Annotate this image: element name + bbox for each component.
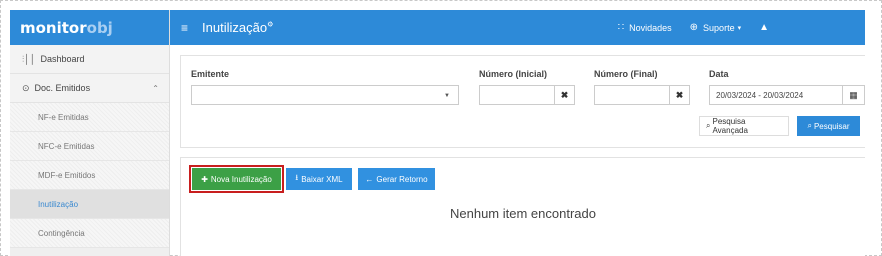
emitente-label: Emitente: [191, 69, 230, 79]
chevron-up-icon: ⌃: [152, 83, 159, 93]
settings-badge-icon: ⚙: [267, 21, 274, 29]
logo[interactable]: monitor obj: [10, 10, 169, 45]
page-title-text: Inutilização: [202, 20, 268, 35]
suporte-label: Suporte: [703, 22, 735, 33]
sidebar-subitem-nfe[interactable]: NF-e Emitidas: [10, 103, 169, 132]
emitente-select[interactable]: ▼: [191, 85, 459, 105]
sidebar-subitem-label: MDF-e Emitidos: [38, 170, 96, 180]
logo-text-secondary: obj: [86, 18, 113, 37]
date-range-input[interactable]: 20/03/2024 - 20/03/2024: [709, 85, 843, 105]
search-icon: ⌕: [706, 121, 711, 130]
hamburger-menu-icon[interactable]: ≡: [181, 21, 188, 35]
sidebar-subitem-nfce[interactable]: NFC-e Emitidas: [10, 132, 169, 161]
num-inicial-label: Número (Inicial): [479, 69, 548, 79]
num-final-label: Número (Final): [594, 69, 658, 79]
sidebar-item-dashboard[interactable]: ⫶││ Dashboard: [10, 45, 169, 74]
search-button[interactable]: ⌕ Pesquisar: [797, 116, 860, 136]
search-button-label: Pesquisar: [813, 121, 850, 131]
close-icon: ✖: [675, 89, 684, 100]
advanced-search-button[interactable]: ⌕ Pesquisa Avançada: [699, 116, 789, 136]
num-inicial-input[interactable]: [479, 85, 555, 105]
empty-state-message: Nenhum item encontrado: [450, 206, 596, 221]
generate-return-label: Gerar Retorno: [376, 174, 428, 184]
search-icon: ⌕: [807, 121, 812, 130]
new-inutilizacao-label: Nova Inutilização: [210, 174, 272, 184]
calendar-icon: ▦: [849, 89, 858, 100]
top-nav-right: ∷ Novidades ⊕ Suporte ▾ ▲: [618, 10, 865, 45]
data-label: Data: [709, 69, 729, 79]
clear-num-final-button[interactable]: ✖: [670, 85, 690, 105]
generate-return-button[interactable]: ← Gerar Retorno: [358, 168, 435, 190]
page-title: Inutilização⚙: [202, 20, 273, 35]
num-final-input[interactable]: [594, 85, 670, 105]
caret-down-icon: ▼: [444, 93, 450, 99]
suporte-dropdown[interactable]: ⊕ Suporte ▾: [690, 22, 741, 33]
arrow-left-icon: ←: [365, 174, 374, 184]
user-menu[interactable]: ▲: [759, 22, 769, 33]
download-xml-button[interactable]: ⭳ Baixar XML: [286, 168, 352, 190]
novidades-label: Novidades: [629, 22, 672, 33]
sidebar-subitem-contingencia[interactable]: Contingência: [10, 219, 169, 248]
advanced-search-label: Pesquisa Avançada: [712, 117, 748, 135]
sidebar-item-doc-emitidos[interactable]: ⊙ Doc. Emitidos ⌃: [10, 74, 169, 103]
circle-arrow-icon: ⊙: [22, 82, 30, 93]
sidebar-subitem-label: Contingência: [38, 228, 85, 238]
novidades-link[interactable]: ∷ Novidades: [618, 22, 672, 33]
download-xml-label: Baixar XML: [301, 174, 343, 184]
sidebar-item-label: Dashboard: [40, 54, 85, 64]
sidebar-subitem-label: Inutilização: [38, 199, 79, 209]
sidebar: monitor obj ⫶││ Dashboard ⊙ Doc. Emitidos…: [10, 10, 170, 256]
user-icon: ▲: [759, 22, 769, 33]
bar-chart-icon: ⫶││: [22, 53, 36, 64]
clear-num-inicial-button[interactable]: ✖: [555, 85, 575, 105]
caret-down-icon: ▾: [737, 24, 742, 32]
plus-icon: ✚: [201, 174, 208, 184]
sidebar-subitem-mdfe[interactable]: MDF-e Emitidos: [10, 161, 169, 190]
sidebar-subitem-label: NFC-e Emitidas: [38, 141, 95, 151]
results-panel: ✚ Nova Inutilização ⭳ Baixar XML ← Gerar…: [180, 157, 865, 256]
close-icon: ✖: [560, 89, 569, 100]
new-inutilizacao-button[interactable]: ✚ Nova Inutilização: [189, 165, 284, 193]
sidebar-item-label: Doc. Emitidos: [34, 83, 91, 93]
date-range-value: 20/03/2024 - 20/03/2024: [716, 90, 804, 100]
rss-icon: ∷: [617, 22, 625, 33]
logo-text-primary: monitor: [20, 18, 87, 37]
sidebar-subitem-inutilizacao[interactable]: Inutilização: [10, 190, 169, 219]
sidebar-subitem-label: NF-e Emitidas: [38, 112, 89, 122]
download-icon: ⭳: [295, 173, 299, 182]
lifebuoy-icon: ⊕: [689, 22, 699, 33]
calendar-button[interactable]: ▦: [843, 85, 865, 105]
top-navbar: ≡ Inutilização⚙ ∷ Novidades ⊕ Suporte ▾ …: [170, 10, 865, 45]
filter-panel: Emitente ▼ Número (Inicial) ✖ Número (Fi…: [180, 55, 865, 148]
